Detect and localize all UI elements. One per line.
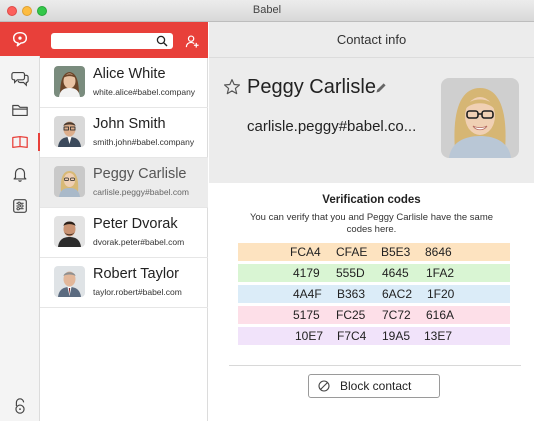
babel-logo-icon (12, 31, 28, 47)
contact-email: smith.john#babel.company (93, 137, 195, 147)
verification-code: 7C72 (382, 308, 411, 322)
window-title: Babel (252, 4, 282, 16)
settings-icon (13, 199, 27, 213)
divider (229, 365, 521, 366)
contact-email: dvorak.peter#babel.com (93, 237, 185, 247)
verification-code: 6AC2 (382, 287, 413, 301)
contact-email: taylor.robert#babel.com (93, 287, 182, 297)
verification-code: B5E3 (381, 245, 411, 259)
verification-code-row: FCA4 CFAE B5E3 8646 (238, 243, 510, 261)
bell-icon (13, 168, 27, 182)
nav-settings[interactable] (0, 190, 40, 222)
contact-row-john-smith[interactable]: John Smith smith.john#babel.company (40, 108, 208, 158)
verification-code: 13E7 (424, 329, 453, 343)
page-title: Contact info (336, 32, 407, 47)
verification-code: CFAE (336, 245, 368, 259)
avatar (54, 116, 85, 147)
contact-row-robert-taylor[interactable]: Robert Taylor taylor.robert#babel.com (40, 258, 208, 308)
avatar (54, 166, 85, 197)
search-input[interactable] (55, 34, 151, 48)
verification-code-row: 4179 555D 4645 1FA2 (238, 264, 510, 282)
contact-name: John Smith (93, 116, 166, 132)
contact-photo (441, 78, 519, 158)
detail-header: Contact info (209, 22, 534, 58)
add-contact-icon (185, 34, 199, 48)
star-icon[interactable] (223, 78, 241, 96)
contact-row-peggy-carlisle[interactable]: Peggy Carlisle carlisle.peggy#babel.com (40, 158, 208, 208)
verification-code: 4A4F (293, 287, 322, 301)
chats-icon (11, 72, 29, 87)
verification-code: B363 (337, 287, 366, 301)
contact-email: white.alice#babel.company (93, 87, 196, 97)
nav-files[interactable] (0, 94, 40, 126)
search-bar (40, 22, 208, 58)
verification-code-row: 5175 FC25 7C72 616A (238, 306, 510, 324)
verification-code: FCA4 (290, 245, 321, 259)
contact-row-peter-dvorak[interactable]: Peter Dvorak dvorak.peter#babel.com (40, 208, 208, 258)
verification-code: 10E7 (295, 329, 324, 343)
search-box (51, 33, 173, 49)
block-icon (318, 380, 330, 392)
search-icon[interactable] (156, 35, 168, 47)
contact-info-pane: Contact info Peggy Carlisle carlisle.peg… (209, 22, 534, 421)
babel-logo-button[interactable] (0, 22, 40, 56)
window-titlebar: Babel (0, 0, 534, 22)
nav-notifications[interactable] (0, 158, 40, 190)
contact-name: Alice White (93, 66, 166, 82)
nav-rail (0, 22, 40, 421)
nav-chats[interactable] (0, 62, 40, 94)
verification-code: 8646 (425, 245, 452, 259)
block-contact-button[interactable]: Block contact (308, 374, 440, 398)
avatar (54, 66, 85, 97)
add-contact-button[interactable] (182, 31, 202, 51)
contact-name: Robert Taylor (93, 266, 179, 282)
contact-full-name: Peggy Carlisle (247, 76, 376, 98)
verification-code: 1FA2 (426, 266, 455, 280)
verification-code: 1F20 (427, 287, 455, 301)
verification-code: 4645 (382, 266, 409, 280)
verification-code-row: 4A4F B363 6AC2 1F20 (238, 285, 510, 303)
folder-icon (12, 104, 28, 116)
verification-code-row: 10E7 F7C4 19A5 13E7 (238, 327, 510, 345)
verification-code: 616A (426, 308, 455, 322)
verification-title: Verification codes (322, 194, 421, 206)
contact-name: Peggy Carlisle (93, 166, 187, 182)
verification-code: 5175 (293, 308, 320, 322)
contact-email: carlisle.peggy#babel.com (93, 187, 189, 197)
contact-name: Peter Dvorak (93, 216, 178, 232)
verification-code: F7C4 (337, 329, 367, 343)
verification-code: 555D (336, 266, 365, 280)
nav-contacts[interactable] (0, 126, 40, 158)
contact-email-address: carlisle.peggy#babel.co... (247, 118, 417, 135)
lock-button[interactable] (0, 390, 40, 421)
contact-list-pane: Alice White white.alice#babel.company Jo… (40, 22, 208, 421)
avatar (54, 266, 85, 297)
contacts-book-icon (12, 135, 28, 149)
block-contact-label: Block contact (340, 379, 412, 393)
verification-description: You can verify that you and Peggy Carlis… (249, 212, 494, 235)
verification-code: 4179 (293, 266, 320, 280)
avatar (54, 216, 85, 247)
contact-row-alice-white[interactable]: Alice White white.alice#babel.company (40, 58, 208, 108)
verification-code: FC25 (336, 308, 366, 322)
pencil-icon[interactable] (375, 82, 387, 94)
contact-hero: Peggy Carlisle carlisle.peggy#babel.co..… (209, 58, 534, 183)
verification-code: 19A5 (382, 329, 411, 343)
unlock-icon (15, 398, 25, 414)
